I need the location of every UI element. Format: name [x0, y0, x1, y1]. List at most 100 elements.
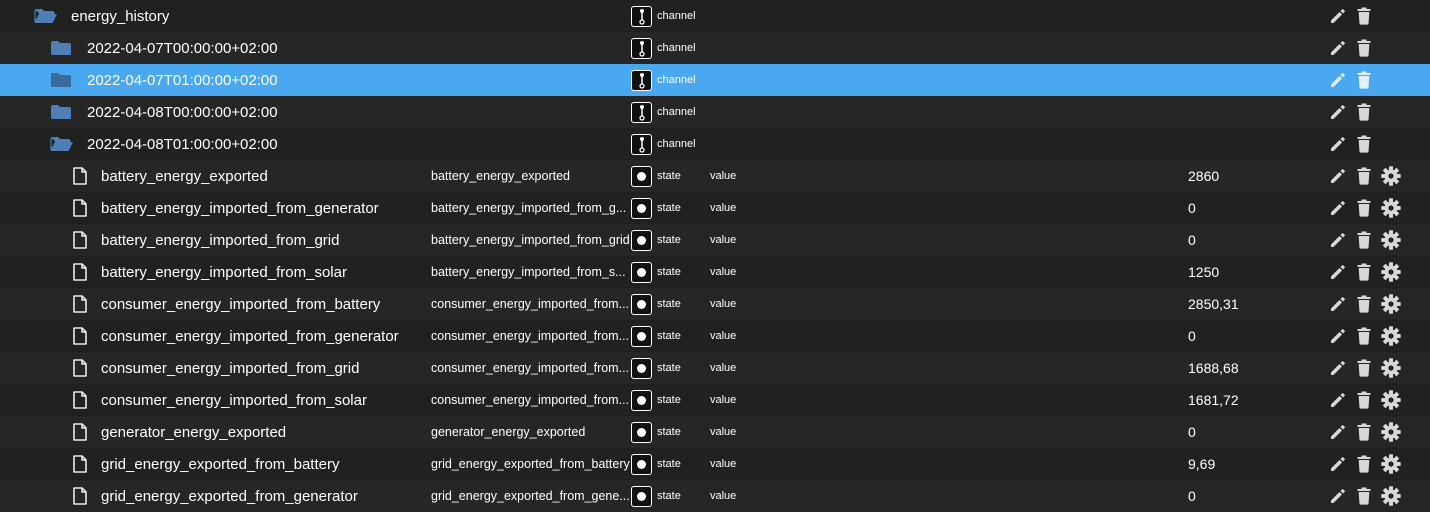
delete-trash-icon[interactable] — [1355, 391, 1373, 409]
settings-gear-icon[interactable] — [1381, 358, 1401, 378]
object-value[interactable]: 0 — [1188, 416, 1196, 448]
delete-trash-icon[interactable] — [1355, 103, 1373, 121]
state-row[interactable]: battery_energy_imported_from_solar batter… — [0, 256, 1430, 288]
state-icon — [631, 357, 652, 379]
object-role: value — [710, 202, 737, 214]
row-actions — [1329, 128, 1373, 160]
settings-gear-icon[interactable] — [1381, 230, 1401, 250]
state-row[interactable]: consumer_energy_imported_from_generator c… — [0, 320, 1430, 352]
state-row[interactable]: battery_energy_exported battery_energy_ex… — [0, 160, 1430, 192]
delete-trash-icon[interactable] — [1355, 263, 1373, 281]
delete-trash-icon[interactable] — [1355, 327, 1373, 345]
edit-pencil-icon[interactable] — [1329, 359, 1347, 377]
settings-gear-icon[interactable] — [1381, 294, 1401, 314]
file-icon — [73, 192, 93, 224]
folder-icon[interactable] — [50, 96, 76, 128]
object-role-name: consumer_energy_imported_from... — [431, 320, 631, 352]
delete-trash-icon[interactable] — [1355, 359, 1373, 377]
row-actions — [1329, 448, 1401, 480]
settings-gear-icon[interactable] — [1381, 198, 1401, 218]
settings-gear-icon[interactable] — [1381, 390, 1401, 410]
object-value[interactable]: 0 — [1188, 320, 1196, 352]
delete-trash-icon[interactable] — [1355, 167, 1373, 185]
object-type: state — [631, 288, 681, 320]
state-row[interactable]: grid_energy_exported_from_battery grid_en… — [0, 448, 1430, 480]
state-row[interactable]: battery_energy_imported_from_grid battery… — [0, 224, 1430, 256]
state-icon — [631, 229, 652, 251]
state-row[interactable]: generator_energy_exported generator_energ… — [0, 416, 1430, 448]
state-row[interactable]: consumer_energy_imported_from_solar consu… — [0, 384, 1430, 416]
state-icon — [631, 293, 652, 315]
edit-pencil-icon[interactable] — [1329, 231, 1347, 249]
object-value[interactable]: 1688,68 — [1188, 352, 1239, 384]
edit-pencil-icon[interactable] — [1329, 7, 1347, 25]
edit-pencil-icon[interactable] — [1329, 167, 1347, 185]
state-row[interactable]: consumer_energy_imported_from_battery con… — [0, 288, 1430, 320]
object-role: value — [710, 490, 737, 502]
delete-trash-icon[interactable] — [1355, 135, 1373, 153]
folder-icon[interactable] — [50, 32, 76, 64]
edit-pencil-icon[interactable] — [1329, 103, 1347, 121]
edit-pencil-icon[interactable] — [1329, 327, 1347, 345]
edit-pencil-icon[interactable] — [1329, 295, 1347, 313]
channel-row[interactable]: 2022-04-08T00:00:00+02:00 channel — [0, 96, 1430, 128]
edit-pencil-icon[interactable] — [1329, 71, 1347, 89]
object-value[interactable]: 1681,72 — [1188, 384, 1239, 416]
settings-gear-icon[interactable] — [1381, 262, 1401, 282]
object-name: consumer_energy_imported_from_generator — [101, 327, 399, 345]
settings-gear-icon[interactable] — [1381, 422, 1401, 442]
delete-trash-icon[interactable] — [1355, 231, 1373, 249]
delete-trash-icon[interactable] — [1355, 39, 1373, 57]
state-row[interactable]: consumer_energy_imported_from_grid consum… — [0, 352, 1430, 384]
object-value[interactable]: 2850,31 — [1188, 288, 1239, 320]
row-actions — [1329, 32, 1373, 64]
delete-trash-icon[interactable] — [1355, 71, 1373, 89]
channel-row[interactable]: 2022-04-07T00:00:00+02:00 channel — [0, 32, 1430, 64]
object-name: 2022-04-08T00:00:00+02:00 — [87, 103, 278, 121]
edit-pencil-icon[interactable] — [1329, 39, 1347, 57]
edit-pencil-icon[interactable] — [1329, 487, 1347, 505]
settings-gear-icon[interactable] — [1381, 454, 1401, 474]
delete-trash-icon[interactable] — [1355, 487, 1373, 505]
type-label: state — [657, 458, 681, 470]
edit-pencil-icon[interactable] — [1329, 455, 1347, 473]
edit-pencil-icon[interactable] — [1329, 391, 1347, 409]
object-value[interactable]: 0 — [1188, 224, 1196, 256]
channel-row[interactable]: 2022-04-08T01:00:00+02:00 channel — [0, 128, 1430, 160]
object-value[interactable]: 0 — [1188, 192, 1196, 224]
object-type: state — [631, 384, 681, 416]
delete-trash-icon[interactable] — [1355, 295, 1373, 313]
delete-trash-icon[interactable] — [1355, 199, 1373, 217]
row-actions — [1329, 320, 1401, 352]
row-actions — [1329, 64, 1373, 96]
object-value[interactable]: 9,69 — [1188, 448, 1215, 480]
row-actions — [1329, 480, 1401, 512]
object-name: 2022-04-07T01:00:00+02:00 — [87, 71, 278, 89]
folder-open-icon[interactable] — [50, 128, 76, 160]
edit-pencil-icon[interactable] — [1329, 263, 1347, 281]
type-label: channel — [657, 10, 696, 22]
settings-gear-icon[interactable] — [1381, 166, 1401, 186]
folder-icon[interactable] — [50, 64, 76, 96]
delete-trash-icon[interactable] — [1355, 455, 1373, 473]
row-actions — [1329, 96, 1373, 128]
type-label: state — [657, 234, 681, 246]
state-row[interactable]: grid_energy_exported_from_generator grid_… — [0, 480, 1430, 512]
settings-gear-icon[interactable] — [1381, 326, 1401, 346]
folder-open-icon[interactable] — [34, 0, 60, 32]
object-role: value — [710, 362, 737, 374]
delete-trash-icon[interactable] — [1355, 7, 1373, 25]
object-value[interactable]: 1250 — [1188, 256, 1219, 288]
delete-trash-icon[interactable] — [1355, 423, 1373, 441]
channel-row[interactable]: energy_history channel — [0, 0, 1430, 32]
edit-pencil-icon[interactable] — [1329, 423, 1347, 441]
channel-row[interactable]: 2022-04-07T01:00:00+02:00 channel — [0, 64, 1430, 96]
object-value[interactable]: 2860 — [1188, 160, 1219, 192]
edit-pencil-icon[interactable] — [1329, 135, 1347, 153]
settings-gear-icon[interactable] — [1381, 486, 1401, 506]
row-actions — [1329, 288, 1401, 320]
object-value[interactable]: 0 — [1188, 480, 1196, 512]
edit-pencil-icon[interactable] — [1329, 199, 1347, 217]
state-row[interactable]: battery_energy_imported_from_generator ba… — [0, 192, 1430, 224]
object-type: state — [631, 480, 681, 512]
